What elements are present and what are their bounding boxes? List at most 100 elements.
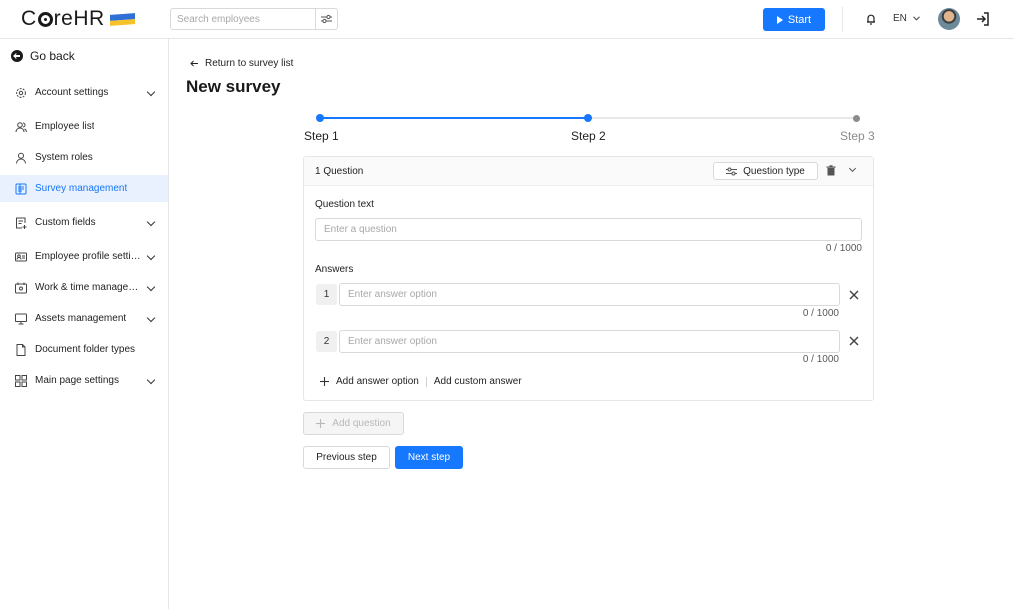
question-card-header[interactable]: 1 Question Question type [304,157,873,186]
sidebar-item-survey-management[interactable]: Survey management [0,175,168,202]
sliders-icon [321,14,332,24]
chevron-down-icon [146,282,156,292]
bell-icon[interactable] [864,12,878,26]
sidebar-item-assets-management[interactable]: Assets management [0,305,168,332]
go-back-label: Go back [30,49,75,63]
go-back-link[interactable]: Go back [11,49,75,63]
logout-icon[interactable] [975,11,991,27]
id-card-icon [15,252,27,261]
return-link-label: Return to survey list [205,58,294,69]
close-icon[interactable] [849,290,859,300]
user-icon [16,152,26,164]
start-button-label: Start [787,13,812,26]
answer-option-input-2[interactable] [339,330,840,353]
start-button[interactable]: Start [763,8,825,31]
sidebar-item-main-page-settings[interactable]: Main page settings [0,367,168,394]
stepper-remaining-line [588,117,857,119]
grid-icon [15,374,27,387]
search-box [170,8,338,30]
document-icon [16,343,26,356]
previous-step-button[interactable]: Previous step [303,446,390,469]
sidebar-item-label: Main page settings [35,375,119,386]
ukraine-flag-icon [109,12,135,26]
question-text-label: Question text [315,199,374,210]
step-1-label: Step 1 [304,129,339,143]
logo-text: CreHR [21,7,105,30]
answer-option-input-1[interactable] [339,283,840,306]
chevron-down-icon [146,375,156,385]
stepper-progress-line [320,117,588,119]
sidebar-item-document-folder-types[interactable]: Document folder types [0,336,168,363]
step-1-dot [316,114,324,122]
answer-char-counter: 0 / 1000 [802,308,839,319]
sidebar-item-custom-fields[interactable]: Custom fields [0,209,168,236]
question-card: 1 Question Question type Question text 0… [303,156,874,401]
sidebar-item-label: Document folder types [35,344,136,355]
form-icon [16,217,27,229]
add-custom-answer-link[interactable]: Add custom answer [434,376,522,387]
sidebar-item-label: Employee list [35,121,95,132]
sidebar: Go back Account settings Employee list S… [0,39,169,609]
add-answer-row: Add answer option Add custom answer [320,376,522,387]
sidebar-item-label: System roles [35,152,93,163]
chevron-down-icon [146,217,156,227]
question-type-button[interactable]: Question type [713,162,818,180]
next-step-button[interactable]: Next step [395,446,463,469]
page-title: New survey [186,77,281,96]
logo[interactable]: CreHR [21,7,135,31]
sidebar-item-label: Account settings [35,87,109,98]
sidebar-item-label: Survey management [35,183,128,194]
step-3-dot [853,114,860,122]
sliders-icon [726,167,738,175]
add-answer-option-link[interactable]: Add answer option [336,376,419,387]
plus-icon [320,377,329,386]
arrow-left-icon [190,60,198,67]
answers-label: Answers [315,264,354,275]
arrow-left-circle-icon [11,50,23,62]
monitor-icon [15,313,27,324]
sidebar-item-label: Work & time management [35,282,145,293]
step-2-dot [584,114,592,122]
top-header: CreHR Start EN [0,0,1014,39]
answer-number-badge: 2 [316,331,337,352]
question-text-input[interactable] [315,218,862,241]
plus-icon [316,419,326,428]
answer-char-counter: 0 / 1000 [802,354,839,365]
add-question-button[interactable]: Add question [303,412,404,435]
step-2-label: Step 2 [571,129,606,143]
link-separator [425,376,427,387]
filter-button[interactable] [315,9,337,29]
chevron-down-icon [146,313,156,323]
sidebar-item-account-settings[interactable]: Account settings [0,79,168,106]
language-selector[interactable]: EN [893,13,920,24]
chevron-down-icon [146,251,156,261]
language-label: EN [893,13,907,24]
sidebar-item-employee-profile-settings[interactable]: Employee profile settings [0,243,168,270]
add-question-label: Add question [332,418,391,429]
gear-icon [16,87,26,98]
step-3-label: Step 3 [840,129,875,143]
sidebar-item-label: Custom fields [35,217,96,228]
question-card-title: 1 Question [315,166,364,177]
avatar[interactable] [938,8,960,30]
sidebar-item-work-time-management[interactable]: Work & time management [0,274,168,301]
survey-icon [15,183,27,194]
sidebar-item-label: Assets management [35,313,127,324]
header-divider [842,7,843,32]
sidebar-item-system-roles[interactable]: System roles [0,144,168,171]
calendar-icon [15,282,27,293]
chevron-down-icon[interactable] [848,164,857,173]
sidebar-item-label: Employee profile settings [35,251,145,262]
trash-icon[interactable] [826,165,836,176]
search-input[interactable] [171,9,315,29]
chevron-down-icon [913,16,920,21]
sidebar-item-employee-list[interactable]: Employee list [0,113,168,140]
question-char-counter: 0 / 1000 [825,243,862,254]
close-icon[interactable] [849,336,859,346]
return-to-survey-list-link[interactable]: Return to survey list [190,58,293,69]
answer-number-badge: 1 [316,284,337,305]
chevron-down-icon [146,87,156,97]
question-type-label: Question type [743,165,805,177]
play-icon [776,15,783,24]
users-icon [15,121,27,132]
